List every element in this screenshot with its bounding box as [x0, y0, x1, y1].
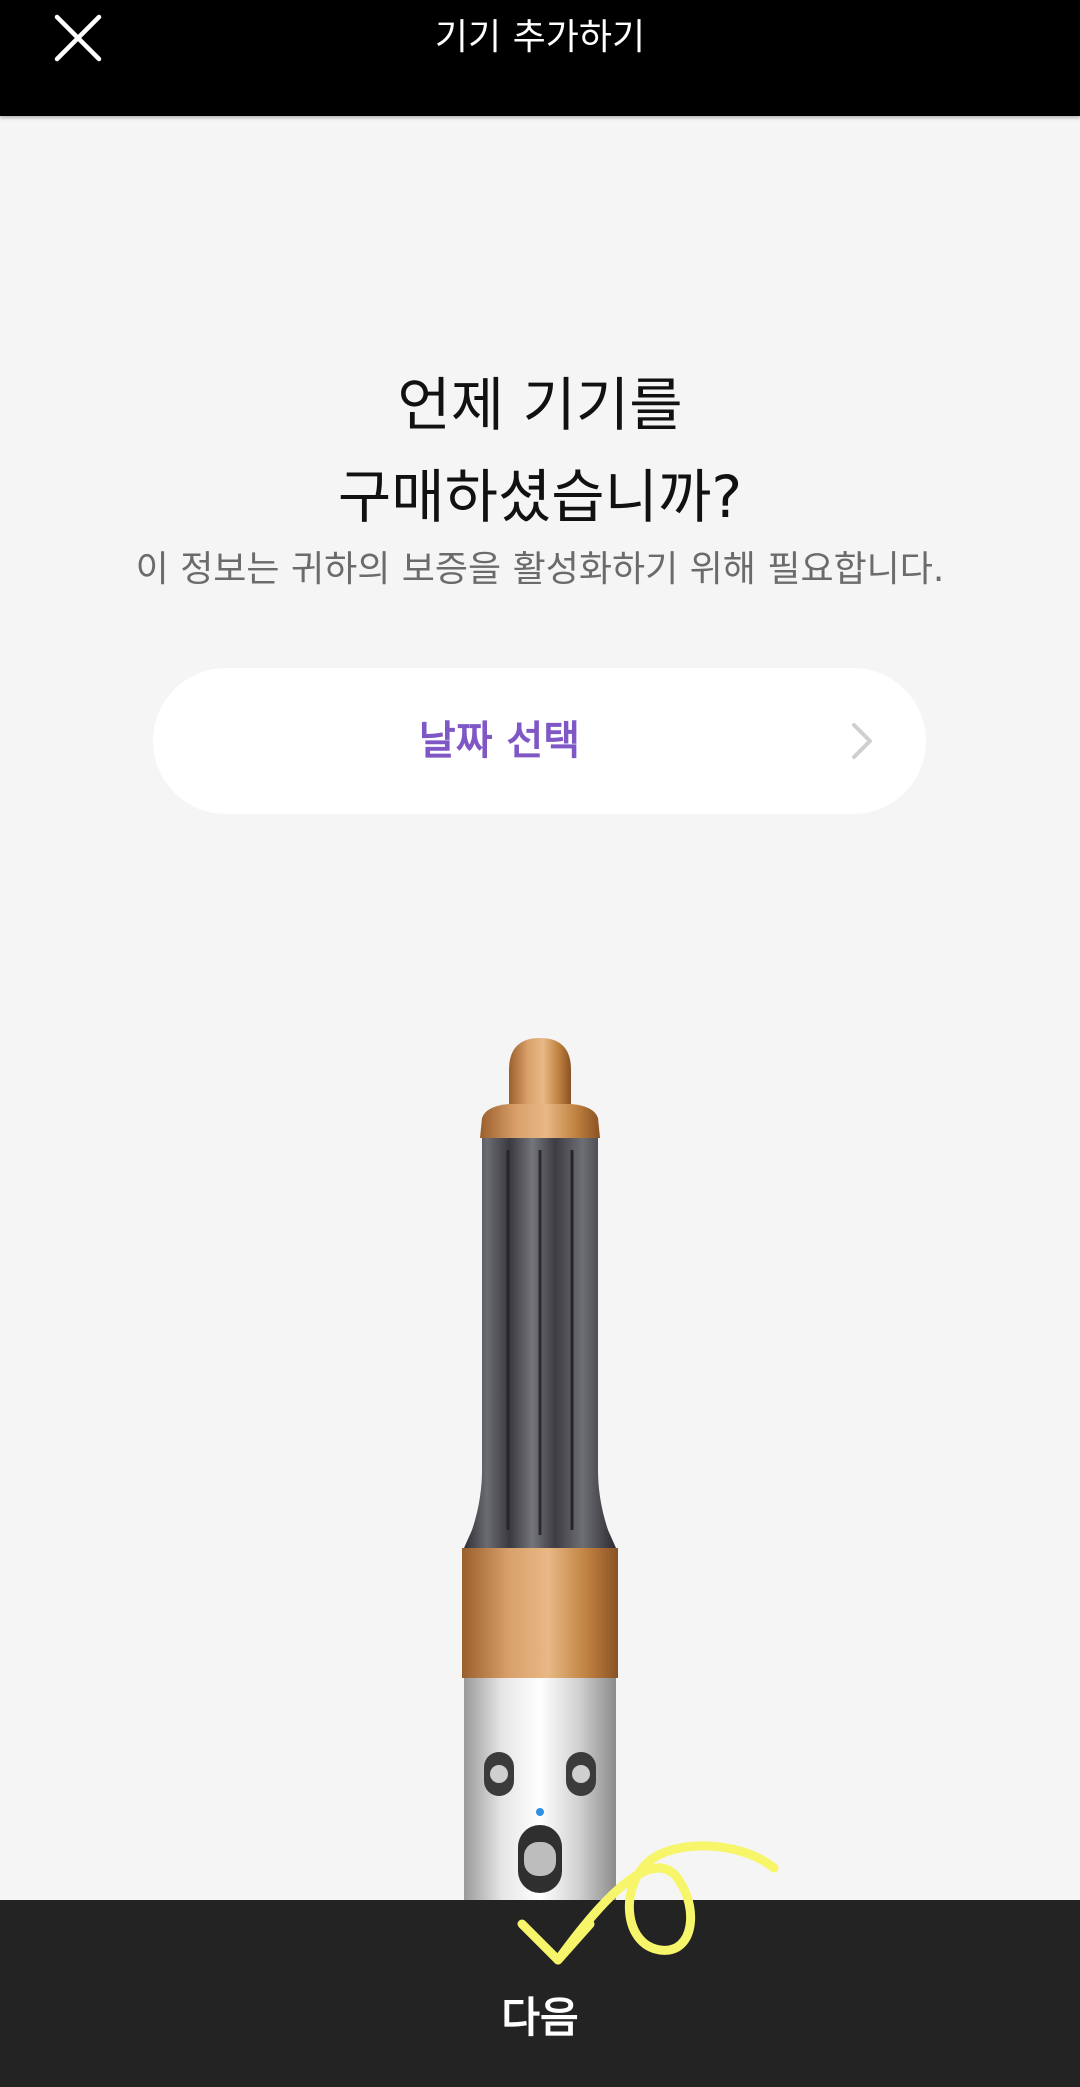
chevron-right-icon	[852, 723, 872, 759]
warranty-info-text: 이 정보는 귀하의 보증을 활성화하기 위해 필요합니다.	[135, 549, 945, 590]
next-button-label: 다음	[501, 1993, 579, 2042]
screen: 기기 추가하기 언제 기기를 구매하셨습니까? 이 정보는 귀하의 보증을 활성…	[0, 0, 1080, 2087]
purchase-date-question: 언제 기기를 구매하셨습니까?	[0, 359, 1080, 543]
question-line-1: 언제 기기를	[397, 370, 683, 439]
question-line-2: 구매하셨습니까?	[337, 462, 743, 531]
page-title: 기기 추가하기	[434, 17, 646, 58]
select-date-label: 날짜 선택	[418, 718, 581, 764]
select-date-button[interactable]: 날짜 선택	[153, 668, 926, 814]
top-bar: 기기 추가하기	[0, 0, 1080, 116]
next-button[interactable]: 다음	[0, 1900, 1080, 2087]
product-image	[462, 1038, 618, 1900]
